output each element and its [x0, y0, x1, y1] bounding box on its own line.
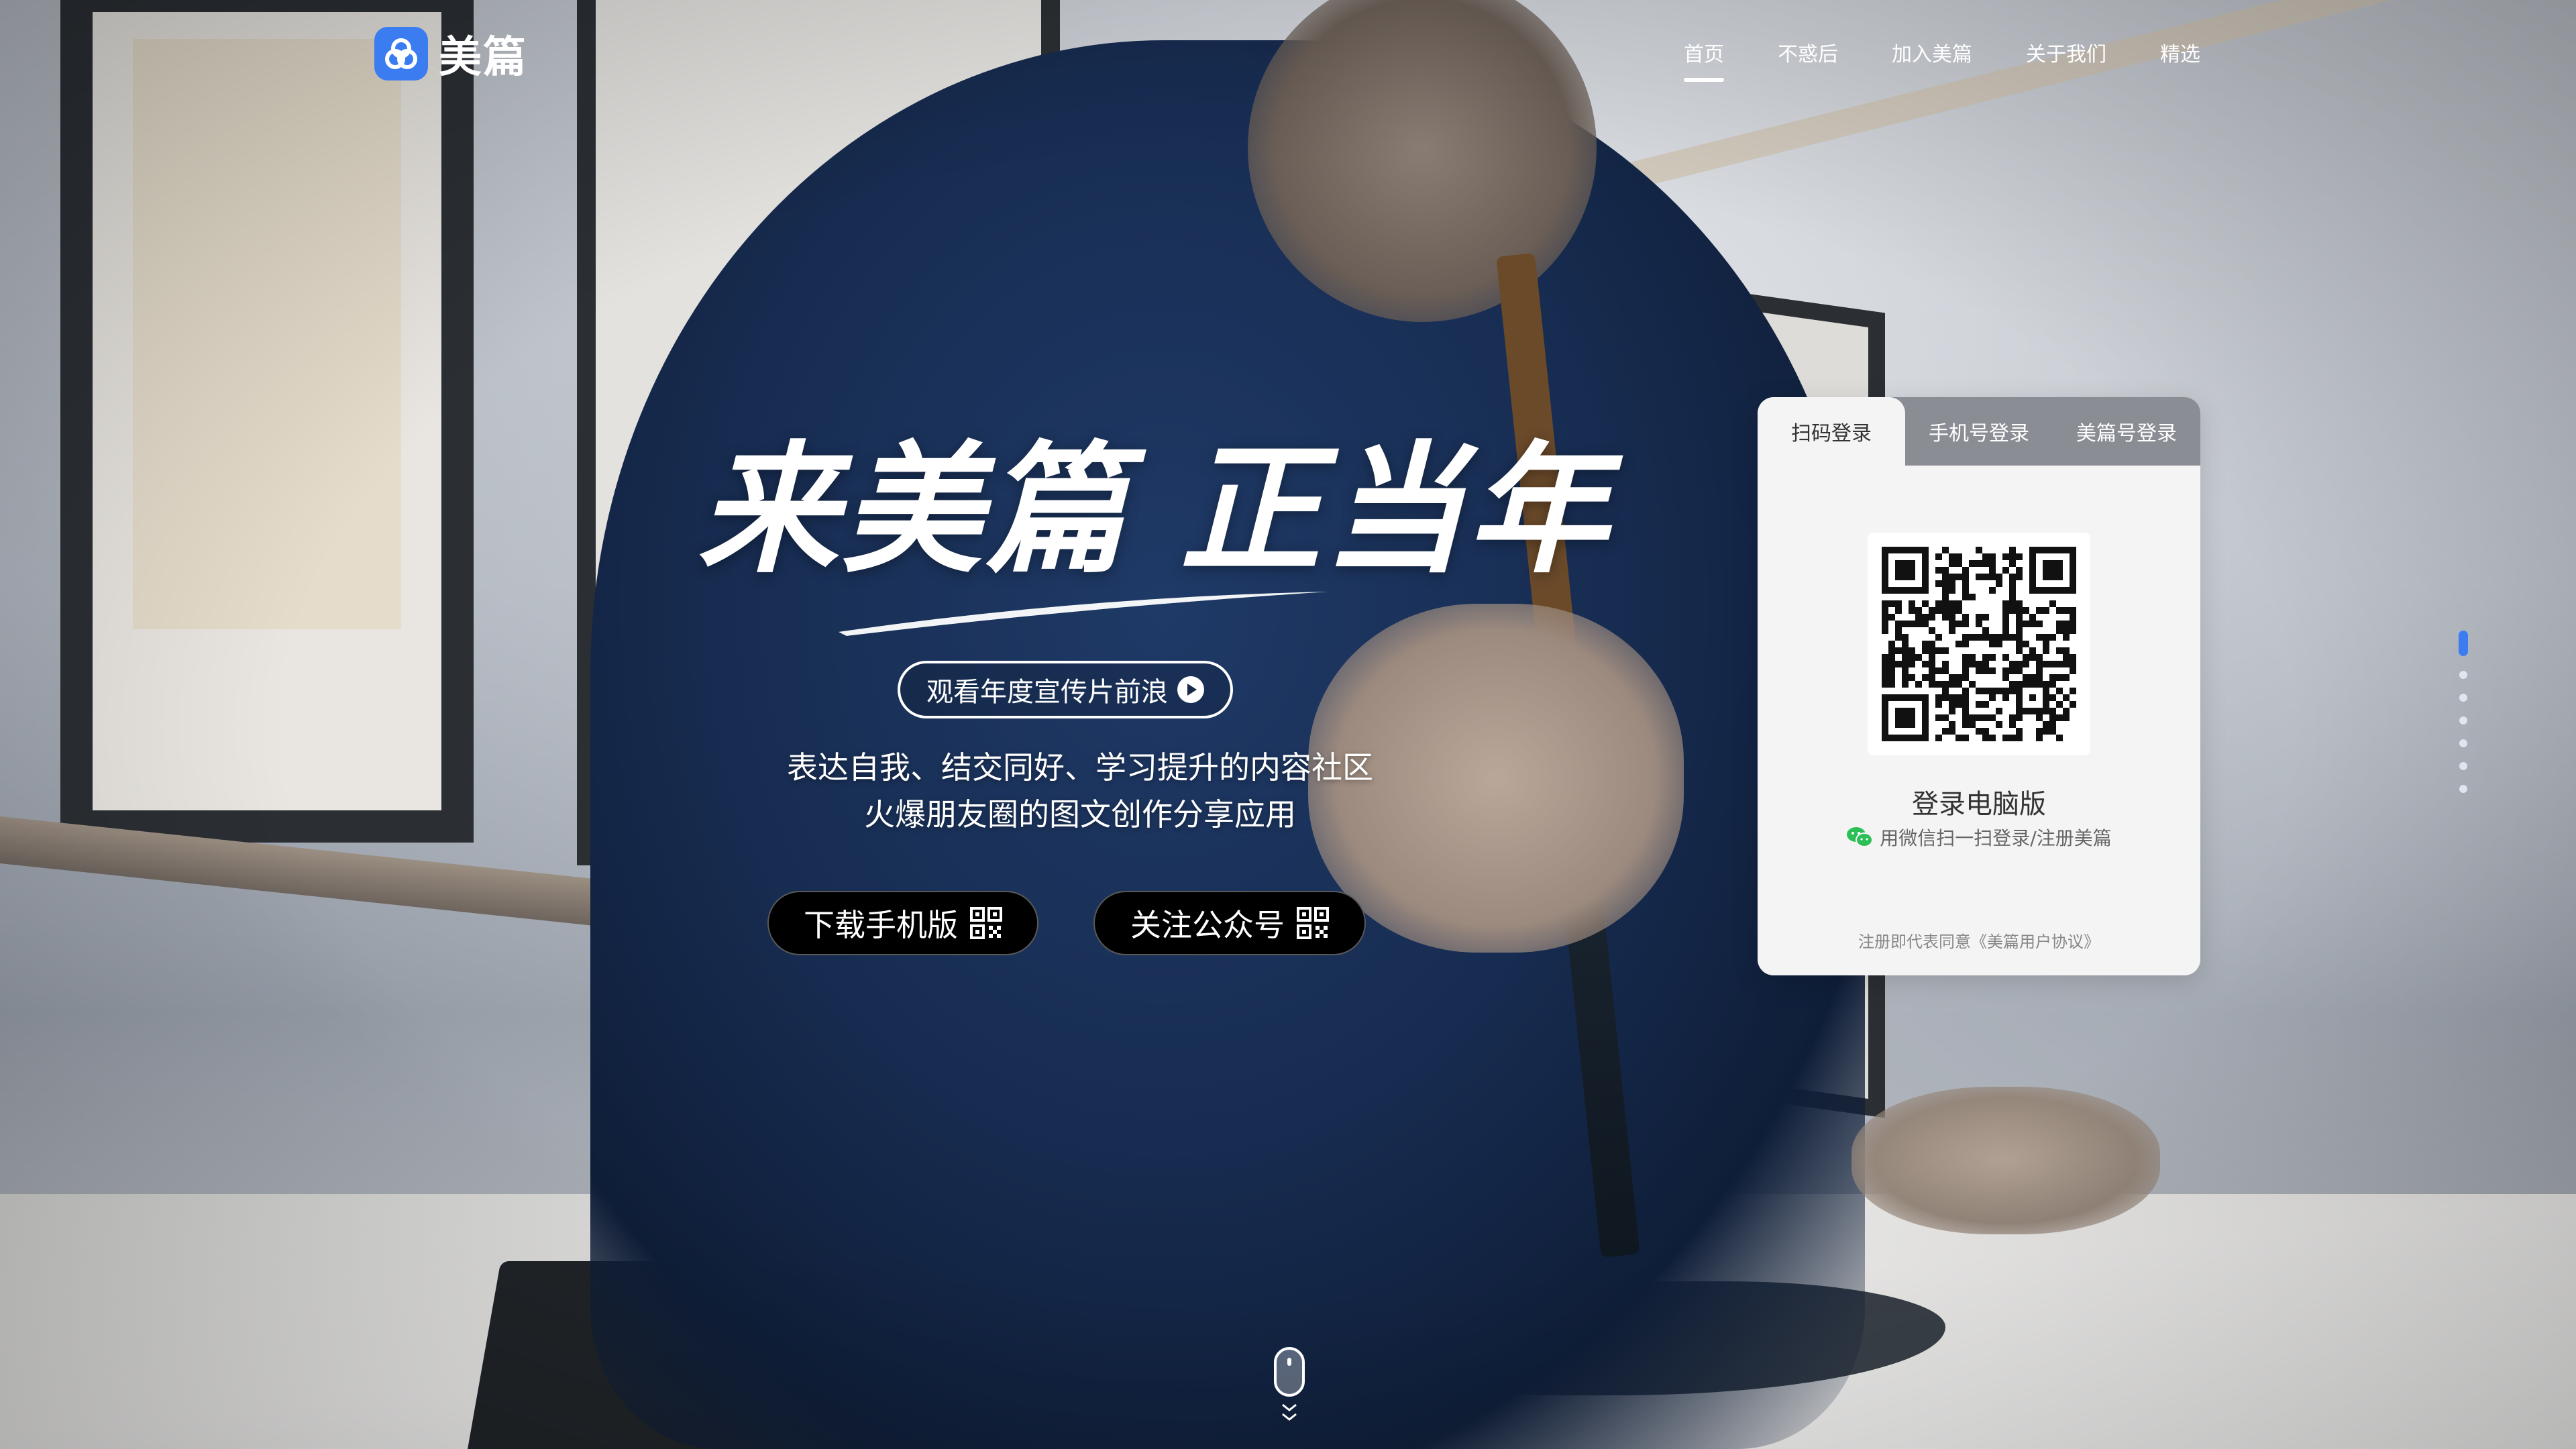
- logo-icon: [374, 27, 428, 80]
- section-pager: [2458, 631, 2469, 793]
- pager-dot[interactable]: [2459, 739, 2467, 747]
- nav-item-home[interactable]: 首页: [1684, 38, 1724, 82]
- login-subtitle-text: 用微信扫一扫登录/注册美篇: [1880, 827, 2112, 849]
- tagline-line-2: 火爆朋友圈的图文创作分享应用: [864, 796, 1296, 833]
- tab-qr-login[interactable]: 扫码登录: [1758, 397, 1905, 466]
- user-agreement-link[interactable]: 注册即代表同意《美篇用户协议》: [1758, 928, 2200, 952]
- nav-item-featured[interactable]: 精选: [2160, 38, 2200, 67]
- download-app-label: 下载手机版: [804, 907, 958, 943]
- watch-video-button[interactable]: 观看年度宣传片前浪: [898, 661, 1233, 718]
- login-panel: 扫码登录 手机号登录 美篇号登录 登录电脑版 用微信扫一扫登录/注册美篇 注册即…: [1758, 397, 2200, 975]
- hero-title: 来美篇 正当年: [698, 427, 1611, 592]
- wechat-icon: [1847, 827, 1874, 847]
- login-title: 登录电脑版: [1912, 789, 2046, 820]
- main-nav: 首页 不惑后 加入美篇 关于我们 精选: [1684, 38, 2200, 82]
- pager-dot[interactable]: [2459, 631, 2468, 656]
- tagline-line-1: 表达自我、结交同好、学习提升的内容社区: [787, 749, 1373, 786]
- site-logo[interactable]: 美篇: [374, 27, 527, 83]
- play-icon: [1177, 676, 1204, 703]
- pager-dot[interactable]: [2459, 762, 2467, 770]
- mouse-scroll-icon: [1274, 1347, 1305, 1397]
- chevron-down-icon: [1282, 1403, 1297, 1421]
- qr-code-image: [1882, 547, 2076, 741]
- homepage: 美篇 首页 不惑后 加入美篇 关于我们 精选 来美篇 正当年 观看年度宣传片前浪…: [0, 0, 2576, 1449]
- nav-item-buhuohou[interactable]: 不惑后: [1778, 38, 1838, 67]
- qr-code-icon: [970, 907, 1002, 939]
- pager-dot[interactable]: [2459, 785, 2467, 793]
- scroll-down-hint[interactable]: [1272, 1347, 1307, 1434]
- qr-code-icon: [1297, 907, 1329, 939]
- nav-item-join[interactable]: 加入美篇: [1892, 38, 1972, 67]
- pager-dot[interactable]: [2459, 694, 2467, 702]
- pager-dot[interactable]: [2459, 716, 2467, 724]
- tab-phone-login[interactable]: 手机号登录: [1905, 397, 2053, 466]
- login-tabs: 扫码登录 手机号登录 美篇号登录: [1758, 397, 2200, 466]
- watch-video-label: 观看年度宣传片前浪: [926, 677, 1168, 708]
- login-qr-code: [1868, 533, 2090, 755]
- follow-official-account-label: 关注公众号: [1130, 907, 1285, 943]
- site-header: 美篇 首页 不惑后 加入美篇 关于我们 精选: [0, 0, 2576, 107]
- nav-item-about[interactable]: 关于我们: [2026, 38, 2106, 67]
- login-body: 登录电脑版 用微信扫一扫登录/注册美篇 注册即代表同意《美篇用户协议》: [1758, 466, 2200, 975]
- login-subtitle: 用微信扫一扫登录/注册美篇: [1758, 824, 2200, 851]
- pager-dot[interactable]: [2459, 671, 2467, 679]
- download-app-button[interactable]: 下载手机版: [767, 891, 1038, 955]
- follow-official-account-button[interactable]: 关注公众号: [1093, 891, 1366, 955]
- hero-title-underline: [839, 592, 1328, 636]
- logo-text: 美篇: [439, 33, 527, 83]
- tab-meipian-id-login[interactable]: 美篇号登录: [2053, 397, 2200, 466]
